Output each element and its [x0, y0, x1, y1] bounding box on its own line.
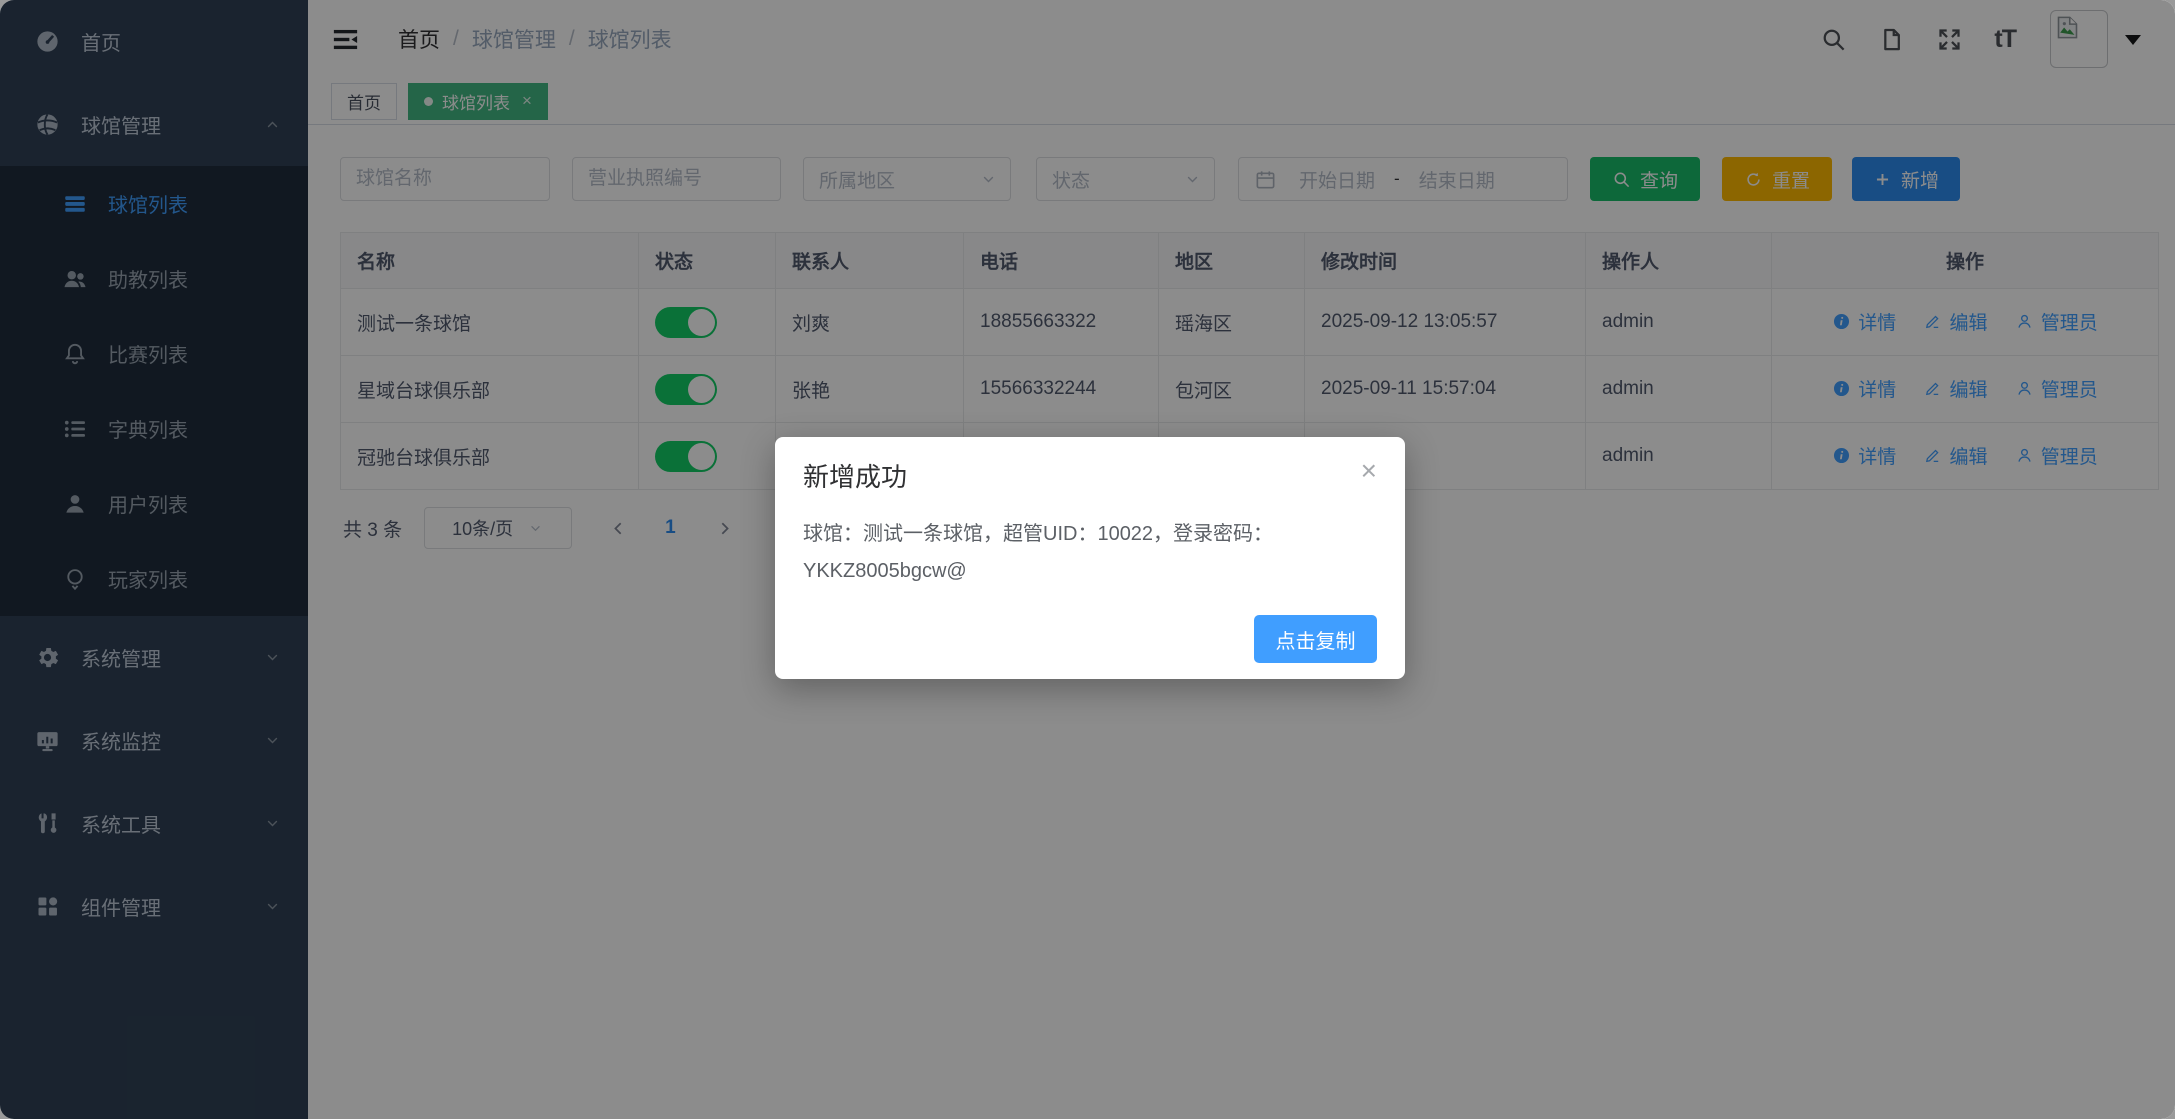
- modal-header: 新增成功 ×: [803, 457, 1377, 494]
- app-window: 首页 球馆管理 球馆列表 助教列表 比赛列表 字典列表: [0, 0, 2175, 1119]
- add-success-modal: 新增成功 × 球馆：测试一条球馆，超管UID：10022，登录密码：YKKZ80…: [775, 437, 1405, 679]
- modal-message: 球馆：测试一条球馆，超管UID：10022，登录密码：YKKZ8005bgcw@: [803, 516, 1369, 590]
- copy-button[interactable]: 点击复制: [1254, 615, 1377, 663]
- modal-title: 新增成功: [803, 457, 907, 494]
- close-icon[interactable]: ×: [1361, 457, 1377, 485]
